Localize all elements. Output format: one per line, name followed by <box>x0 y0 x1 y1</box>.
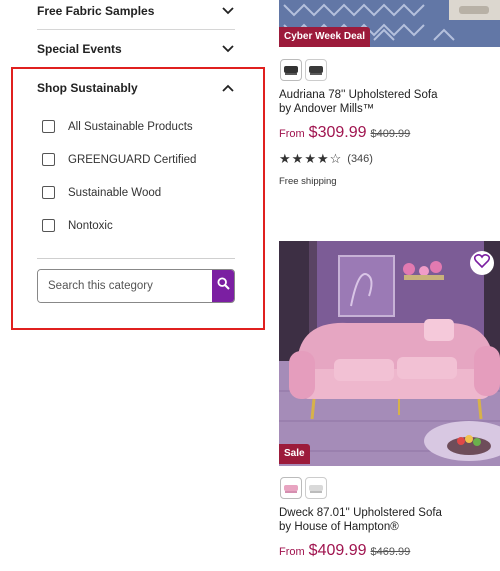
product-brand-line: by Andover Mills™ <box>279 103 375 115</box>
price-prefix: From <box>279 546 305 558</box>
filter-label: Free Fabric Samples <box>37 3 155 18</box>
original-price: $409.99 <box>370 128 411 140</box>
current-price: $309.99 <box>308 124 367 141</box>
badge-deal: Cyber Week Deal <box>279 27 370 47</box>
filter-free-fabric-samples[interactable]: Free Fabric Samples <box>37 0 235 30</box>
divider <box>37 258 235 259</box>
product-title-audriana[interactable]: Audriana 78'' Upholstered Sofa by Andove… <box>279 88 494 116</box>
color-swatch[interactable] <box>280 59 302 81</box>
option-nontoxic[interactable]: Nontoxic <box>42 219 113 232</box>
price-prefix: From <box>279 128 305 140</box>
star-filled-icon: ★ <box>304 151 316 166</box>
search-input[interactable] <box>38 270 212 302</box>
product-price-dweck: From $409.99 $469.99 <box>279 542 410 560</box>
option-label: Sustainable Wood <box>68 186 162 199</box>
color-swatch[interactable] <box>305 59 327 81</box>
checkbox[interactable] <box>42 120 55 133</box>
color-swatch[interactable] <box>280 477 302 499</box>
section-title: Shop Sustainably <box>37 81 138 95</box>
product-title-line: Dweck 87.01'' Upholstered Sofa <box>279 507 442 519</box>
option-sustainable-wood[interactable]: Sustainable Wood <box>42 186 161 199</box>
option-label: Nontoxic <box>68 219 113 232</box>
filter-special-events[interactable]: Special Events <box>37 30 235 68</box>
filter-shop-sustainably[interactable]: Shop Sustainably <box>37 79 235 97</box>
star-filled-icon: ★ <box>279 151 291 166</box>
shipping-info: Free shipping <box>279 176 337 187</box>
original-price: $469.99 <box>370 546 411 558</box>
color-swatch[interactable] <box>305 477 327 499</box>
option-all-sustainable-products[interactable]: All Sustainable Products <box>42 120 193 133</box>
option-label: GREENGUARD Certified <box>68 153 197 166</box>
option-label: All Sustainable Products <box>68 120 193 133</box>
product-image-dweck[interactable] <box>279 241 500 466</box>
filter-label: Special Events <box>37 41 122 56</box>
current-price: $409.99 <box>308 542 367 559</box>
checkbox[interactable] <box>42 219 55 232</box>
category-search <box>37 269 235 303</box>
chevron-down-icon <box>221 42 235 56</box>
chevron-down-icon <box>221 4 235 18</box>
star-filled-icon: ★ <box>316 151 329 166</box>
checkbox[interactable] <box>42 153 55 166</box>
product-title-line: Audriana 78'' Upholstered Sofa <box>279 89 438 101</box>
product-brand-line: by House of Hampton® <box>279 521 399 533</box>
rating-count: (346) <box>347 153 373 165</box>
option-greenguard-certified[interactable]: GREENGUARD Certified <box>42 153 196 166</box>
product-rating[interactable]: ★ ★ ★ ★ ☆ (346) <box>279 151 373 167</box>
star-empty-icon: ☆ <box>329 151 342 166</box>
product-price-audriana: From $309.99 $409.99 <box>279 124 410 142</box>
favorite-button[interactable] <box>470 251 494 275</box>
search-button[interactable] <box>212 270 234 302</box>
product-title-dweck[interactable]: Dweck 87.01'' Upholstered Sofa by House … <box>279 506 494 534</box>
star-filled-icon: ★ <box>291 151 304 166</box>
badge-sale: Sale <box>279 444 310 464</box>
checkbox[interactable] <box>42 186 55 199</box>
heart-icon <box>473 253 491 273</box>
search-icon <box>216 277 230 295</box>
chevron-up-icon <box>221 81 235 95</box>
